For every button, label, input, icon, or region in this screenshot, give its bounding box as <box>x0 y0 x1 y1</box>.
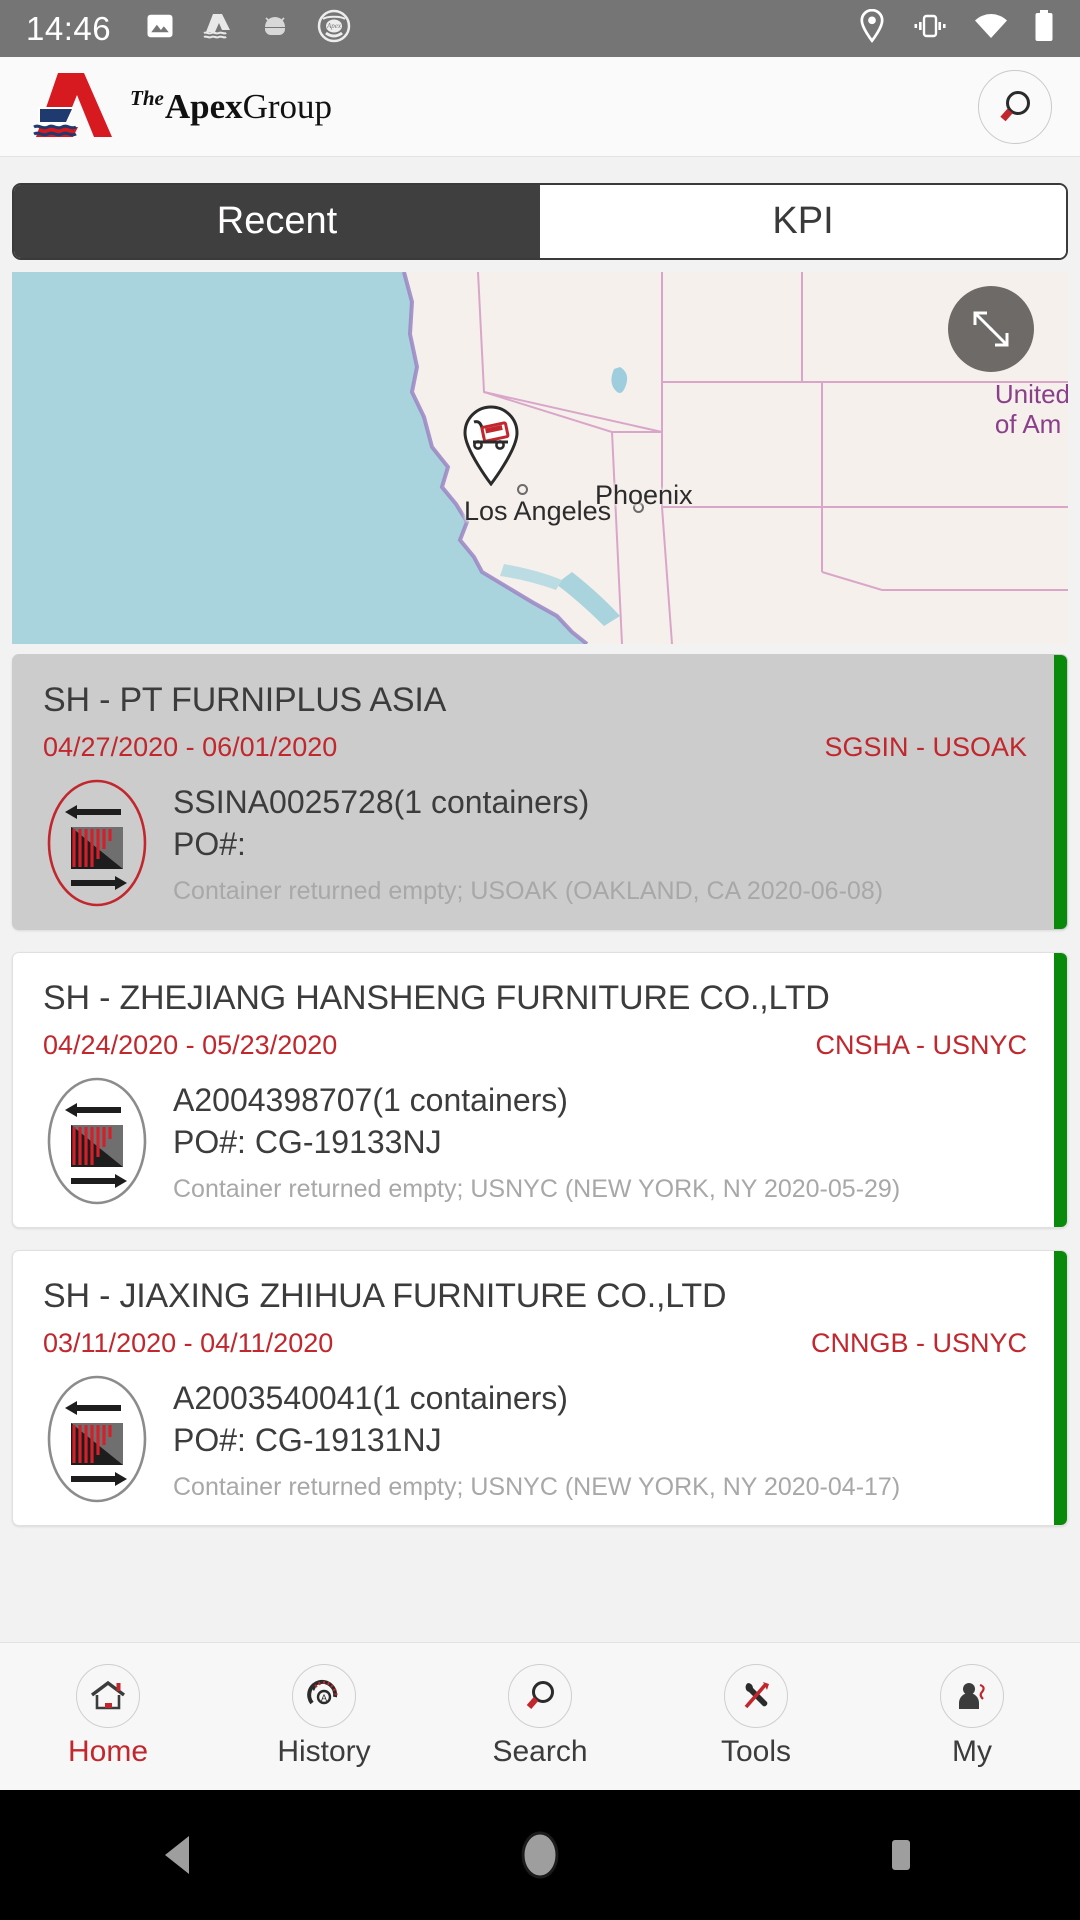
sysnav-recents-slot[interactable] <box>720 1830 1080 1880</box>
apex-logo-icon <box>28 71 120 143</box>
recents-square-icon <box>891 1840 910 1870</box>
apex-group-logo: The Apex Group <box>28 71 332 143</box>
main-tabs: Recent KPI <box>12 183 1068 260</box>
shipment-po-number: PO#: CG-19131NJ <box>173 1422 442 1459</box>
app-header: The Apex Group <box>0 57 1080 157</box>
android-status-bar: 14:46 Apex <box>0 0 1080 57</box>
nav-label-my: My <box>952 1735 992 1768</box>
logo-the-text: The <box>130 86 164 110</box>
home-icon <box>76 1664 140 1728</box>
apex-ship-icon <box>201 11 235 46</box>
shipment-route: SGSIN - USOAK <box>824 732 1027 762</box>
shipment-title: SH - PT FURNIPLUS ASIA <box>43 681 447 719</box>
search-icon <box>1000 90 1030 121</box>
tab-kpi[interactable]: KPI <box>540 185 1066 258</box>
los-angeles-dot <box>517 484 528 495</box>
nav-label-tools: Tools <box>720 1735 792 1768</box>
home-circle-icon <box>521 1831 559 1879</box>
map-shipment-marker[interactable] <box>456 400 526 486</box>
shipment-card[interactable]: SH - ZHEJIANG HANSHENG FURNITURE CO.,LTD… <box>12 952 1068 1228</box>
nav-label-home: Home <box>67 1735 149 1768</box>
svg-text:Apex: Apex <box>326 22 342 30</box>
nav-item-search[interactable]: Search <box>432 1664 648 1769</box>
shipment-status: Container returned empty; USOAK (OAKLAND… <box>173 877 884 906</box>
android-navigation-bar <box>0 1790 1080 1920</box>
map-country-label: United of Am <box>994 379 1068 440</box>
shipment-dates: 04/24/2020 - 05/23/2020 <box>43 1030 338 1060</box>
apex-badge-icon: Apex <box>315 7 353 50</box>
status-stripe <box>1054 1251 1067 1525</box>
sysnav-home-slot[interactable] <box>360 1826 720 1884</box>
container-transfer-icon <box>43 1077 151 1205</box>
shipment-route: CNSHA - USNYC <box>815 1030 1027 1060</box>
status-stripe <box>1054 953 1067 1227</box>
status-notification-icons: Apex <box>145 7 353 50</box>
shipment-status: Container returned empty; USNYC (NEW YOR… <box>173 1175 901 1204</box>
nav-item-history[interactable]: A History <box>216 1664 432 1769</box>
shipment-bl-number: A2003540041(1 containers) <box>173 1380 568 1416</box>
android-icon <box>261 16 289 41</box>
header-search-button[interactable] <box>978 69 1052 144</box>
back-triangle-icon <box>164 1836 189 1874</box>
container-transfer-icon <box>43 779 151 907</box>
map-canvas <box>12 272 1068 644</box>
shipment-po-number: PO#: CG-19133NJ <box>173 1124 442 1161</box>
location-icon <box>858 8 886 48</box>
map-expand-button[interactable] <box>948 286 1034 372</box>
user-icon <box>940 1664 1004 1728</box>
container-transfer-icon <box>43 1375 151 1503</box>
shipment-po-number: PO#: <box>173 826 246 863</box>
nav-item-home[interactable]: Home <box>0 1664 216 1769</box>
status-clock: 14:46 <box>26 9 112 47</box>
bottom-navigation: Home A History Search Tools My <box>0 1642 1080 1790</box>
map-country-line2: of Am <box>994 408 1062 439</box>
shipment-dates: 03/11/2020 - 04/11/2020 <box>43 1328 334 1358</box>
battery-icon <box>1034 10 1054 47</box>
shipment-bl-number: A2004398707(1 containers) <box>173 1082 568 1118</box>
shipment-card[interactable]: SH - JIAXING ZHIHUA FURNITURE CO.,LTD 03… <box>12 1250 1068 1526</box>
wifi-icon <box>974 13 1008 44</box>
logo-group-text: Group <box>242 87 333 126</box>
shipment-title: SH - ZHEJIANG HANSHENG FURNITURE CO.,LTD <box>43 979 830 1017</box>
apex-logo-text: The Apex Group <box>130 86 333 126</box>
shipment-map[interactable]: United of Am Los Angeles Phoenix <box>12 272 1068 644</box>
nav-item-my[interactable]: My <box>864 1664 1080 1769</box>
container-truck-marker-icon <box>463 405 519 486</box>
map-country-line1: United <box>994 379 1068 409</box>
expand-arrows-icon <box>973 311 1009 347</box>
search-icon <box>508 1664 572 1728</box>
history-gauge-icon: A <box>292 1664 356 1728</box>
status-stripe <box>1054 655 1067 929</box>
sysnav-back-slot[interactable] <box>0 1830 360 1880</box>
shipment-list[interactable]: SH - PT FURNIPLUS ASIA 04/27/2020 - 06/0… <box>0 654 1080 1654</box>
city-label-los-angeles: Los Angeles <box>464 496 612 526</box>
shipment-bl-number: SSINA0025728(1 containers) <box>173 784 590 820</box>
tab-recent[interactable]: Recent <box>14 185 540 258</box>
shipment-card[interactable]: SH - PT FURNIPLUS ASIA 04/27/2020 - 06/0… <box>12 654 1068 930</box>
tools-icon <box>724 1664 788 1728</box>
app-root: 14:46 Apex The Apex Group Recent KPI Uni… <box>0 0 1080 1920</box>
city-label-phoenix: Phoenix <box>595 480 693 510</box>
vibrate-icon <box>912 12 948 45</box>
logo-apex-text: Apex <box>164 87 243 126</box>
image-icon <box>145 11 175 46</box>
nav-label-history: History <box>277 1735 371 1768</box>
nav-label-search: Search <box>492 1735 588 1768</box>
shipment-title: SH - JIAXING ZHIHUA FURNITURE CO.,LTD <box>43 1277 727 1315</box>
shipment-route: CNNGB - USNYC <box>810 1328 1027 1358</box>
status-system-icons <box>858 8 1054 48</box>
shipment-status: Container returned empty; USNYC (NEW YOR… <box>173 1473 901 1502</box>
nav-item-tools[interactable]: Tools <box>648 1664 864 1769</box>
svg-text:A: A <box>321 1693 327 1703</box>
shipment-dates: 04/27/2020 - 06/01/2020 <box>43 732 338 762</box>
